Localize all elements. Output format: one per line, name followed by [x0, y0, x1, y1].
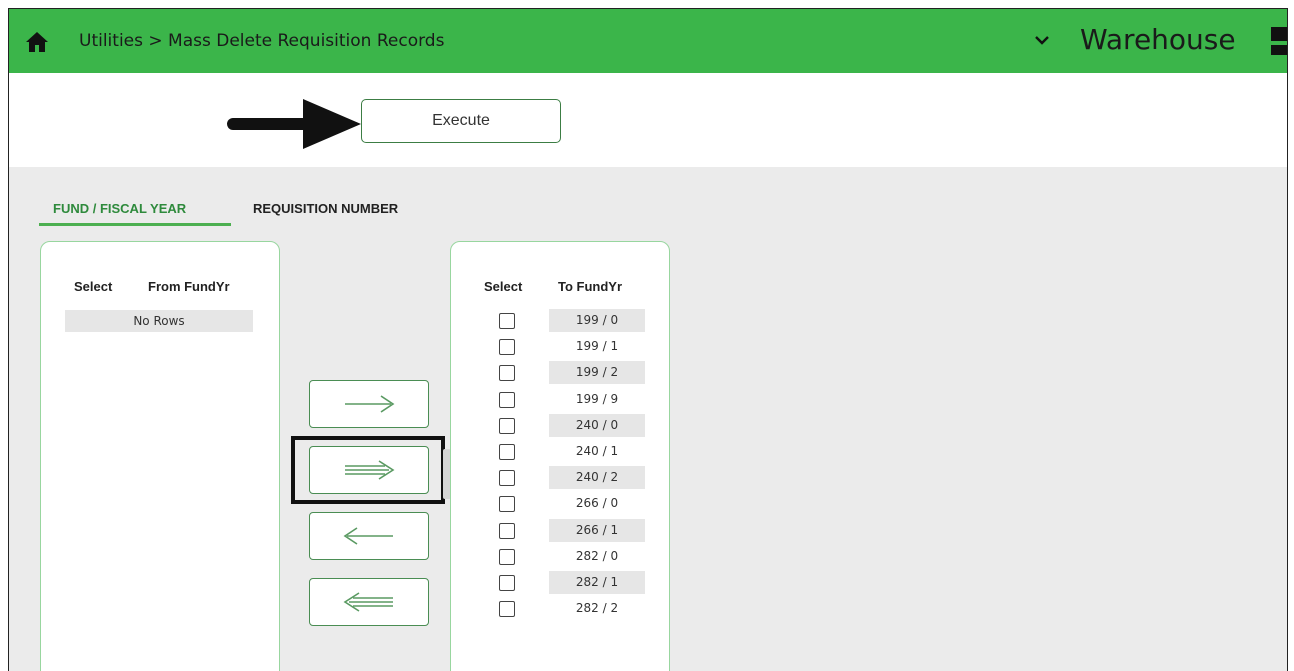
table-row: 240 / 1: [473, 439, 647, 465]
home-icon[interactable]: [25, 31, 49, 53]
chevron-down-icon[interactable]: [1033, 33, 1051, 47]
to-fundyr-header: To FundYr: [558, 279, 623, 294]
row-select-checkbox[interactable]: [499, 365, 515, 382]
arrow-pointer-icon: [227, 99, 361, 149]
to-fundyr-cell: 240 / 1: [575, 444, 619, 458]
table-row: 266 / 0: [473, 491, 647, 517]
table-row: 199 / 2: [473, 360, 647, 386]
from-select-header: Select: [74, 279, 113, 294]
table-row: 240 / 2: [473, 465, 647, 491]
table-row: 240 / 0: [473, 413, 647, 439]
double-arrow-left-icon: [343, 592, 393, 612]
row-select-checkbox[interactable]: [499, 575, 515, 591]
move-all-left-button[interactable]: [309, 578, 429, 626]
table-row: 266 / 1: [473, 518, 647, 544]
to-fundyr-cell: 282 / 1: [549, 571, 645, 594]
table-row: 282 / 1: [473, 570, 647, 596]
to-fundyr-cell: 199 / 9: [575, 391, 619, 406]
to-fundyr-cell: 199 / 0: [549, 309, 645, 332]
tab-fund-fiscal-year[interactable]: FUND / FISCAL YEAR: [53, 201, 186, 216]
from-fundyr-header: From FundYr: [148, 279, 230, 294]
row-select-checkbox[interactable]: [499, 417, 515, 434]
arrow-left-icon: [343, 527, 393, 545]
table-row: 199 / 9: [473, 387, 647, 413]
row-select-checkbox[interactable]: [499, 313, 515, 329]
row-select-checkbox[interactable]: [499, 522, 515, 539]
to-fundyr-cell: 240 / 2: [549, 466, 645, 490]
table-row: 199 / 0: [473, 308, 647, 334]
to-fundyr-cell: 199 / 2: [549, 361, 645, 385]
to-select-header: Select: [484, 279, 523, 294]
to-fundyr-cell: 282 / 2: [575, 601, 619, 616]
tab-requisition-number[interactable]: REQUISITION NUMBER: [253, 201, 398, 216]
arrow-right-icon: [345, 395, 395, 413]
to-fundyr-panel: Select To FundYr 199 / 0 199 / 1 199 / 2 19…: [450, 241, 670, 671]
to-fundyr-cell: 199 / 1: [575, 339, 619, 354]
breadcrumb: Utilities > Mass Delete Requisition Reco…: [79, 31, 445, 51]
app-name[interactable]: Warehouse: [1080, 23, 1236, 56]
row-select-checkbox[interactable]: [499, 339, 515, 356]
execute-button[interactable]: Execute: [361, 99, 561, 143]
to-fundyr-cell: 266 / 1: [549, 518, 645, 542]
app-frame: Utilities > Mass Delete Requisition Reco…: [8, 8, 1288, 671]
table-row: 282 / 2: [473, 596, 647, 622]
row-select-checkbox[interactable]: [499, 470, 515, 487]
row-select-checkbox[interactable]: [499, 601, 515, 618]
row-select-checkbox[interactable]: [499, 391, 515, 408]
to-fundyr-cell: 240 / 0: [549, 413, 645, 437]
from-fundyr-panel: Select From FundYr No Rows: [40, 241, 280, 671]
to-fundyr-cell: 282 / 0: [575, 548, 619, 563]
table-row: 282 / 0: [473, 544, 647, 570]
highlight-annotation-box: [291, 436, 445, 504]
row-select-checkbox[interactable]: [499, 548, 515, 565]
toolbar: Execute: [9, 73, 1287, 167]
to-fundyr-cell: 266 / 0: [575, 496, 619, 511]
empty-rows-message: No Rows: [65, 310, 253, 332]
move-selected-right-button[interactable]: [309, 380, 429, 428]
header-bar: Utilities > Mass Delete Requisition Reco…: [9, 9, 1287, 73]
active-tab-indicator: [39, 223, 231, 226]
table-row: 199 / 1: [473, 334, 647, 360]
row-select-checkbox[interactable]: [499, 496, 515, 513]
row-select-checkbox[interactable]: [499, 444, 515, 460]
move-selected-left-button[interactable]: [309, 512, 429, 560]
user-menu-icon[interactable]: [1271, 25, 1287, 57]
